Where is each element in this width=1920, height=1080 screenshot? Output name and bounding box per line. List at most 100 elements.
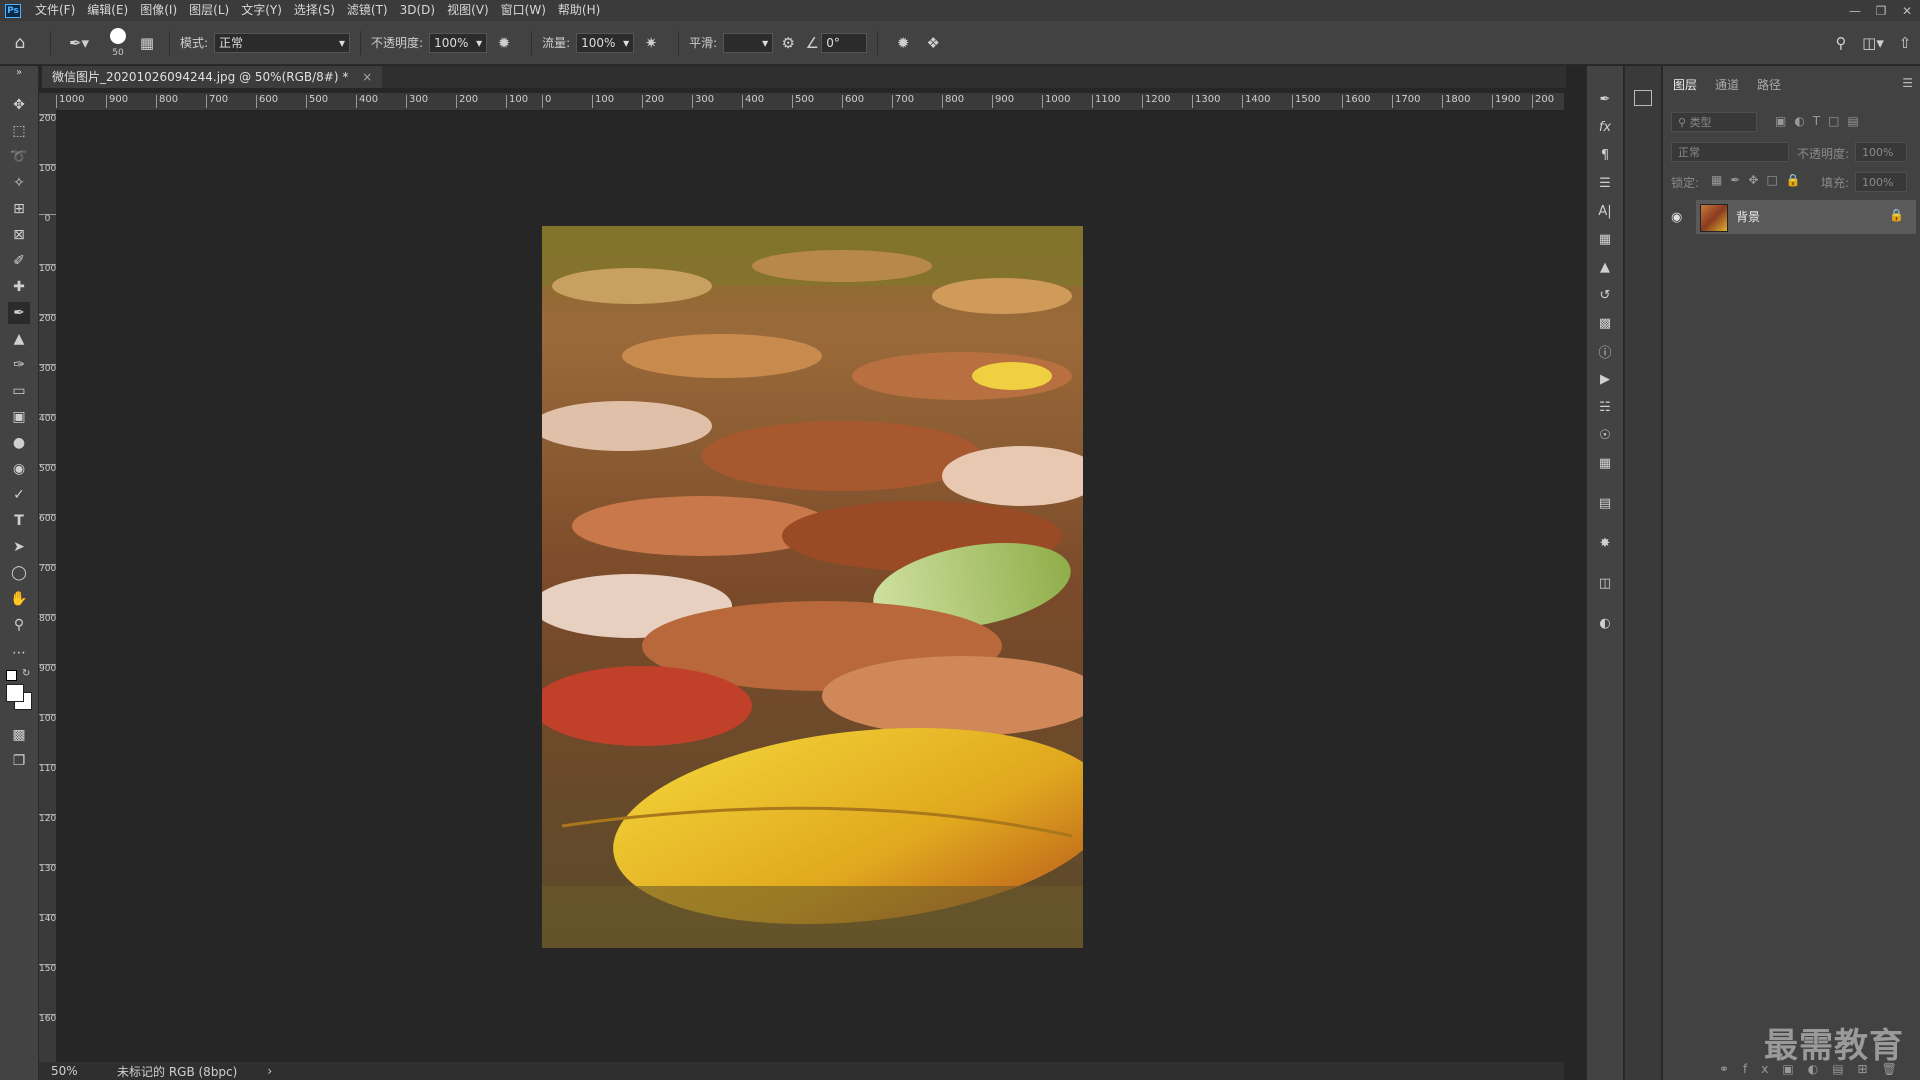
hand-tool-icon[interactable]: ✋ bbox=[8, 588, 30, 610]
mode-select[interactable]: 正常 ▾ bbox=[214, 32, 351, 53]
menu-window[interactable]: 窗口(W) bbox=[495, 0, 552, 21]
marquee-tool-icon[interactable]: ⬚ bbox=[8, 120, 30, 142]
panel-menu-icon[interactable]: ☰ bbox=[1902, 76, 1913, 90]
layer-filter-select[interactable]: ⚲ 类型 bbox=[1671, 112, 1757, 132]
lasso-tool-icon[interactable]: ➰ bbox=[8, 146, 30, 168]
search-icon[interactable]: ⚲ bbox=[1826, 34, 1856, 52]
menu-file[interactable]: 文件(F) bbox=[29, 0, 81, 21]
eyedropper-tool-icon[interactable]: ✐ bbox=[8, 250, 30, 272]
filter-icons[interactable]: ▣◐T□▤ bbox=[1775, 114, 1867, 128]
history-brush-tool-icon[interactable]: ✑ bbox=[8, 354, 30, 376]
tab-layers[interactable]: 图层 bbox=[1673, 76, 1697, 93]
workspace-icon[interactable]: ◫▾ bbox=[1856, 34, 1890, 52]
quick-select-tool-icon[interactable]: ✧ bbox=[8, 172, 30, 194]
tab-channels[interactable]: 通道 bbox=[1715, 76, 1739, 93]
eye-icon[interactable]: ◉ bbox=[1671, 210, 1682, 225]
layer-name[interactable]: 背景 bbox=[1736, 208, 1760, 225]
foreground-color-swatch[interactable] bbox=[6, 684, 24, 702]
notes-panel-icon[interactable]: ▤ bbox=[1596, 494, 1614, 512]
zoom-level[interactable]: 50% bbox=[39, 1064, 105, 1078]
menu-edit[interactable]: 编辑(E) bbox=[81, 0, 134, 21]
layer-opacity-field[interactable]: 100% bbox=[1855, 142, 1907, 162]
glyphs-panel-icon[interactable]: ◫ bbox=[1596, 574, 1614, 592]
timeline-panel-icon[interactable]: ▦ bbox=[1596, 454, 1614, 472]
clone-stamp-tool-icon[interactable]: ▲ bbox=[8, 328, 30, 350]
zoom-tool-icon[interactable]: ⚲ bbox=[8, 614, 30, 636]
tab-paths[interactable]: 路径 bbox=[1757, 76, 1781, 93]
navigator-panel-icon[interactable]: ✸ bbox=[1596, 534, 1614, 552]
dodge-tool-icon[interactable]: ◉ bbox=[8, 458, 30, 480]
angle-field[interactable]: 0° bbox=[821, 32, 868, 53]
type-tool-icon[interactable]: T bbox=[8, 510, 30, 532]
paragraph-panel-icon[interactable]: ¶ bbox=[1596, 146, 1614, 164]
3d-panel-icon[interactable]: ☉ bbox=[1596, 426, 1614, 444]
opacity-field[interactable]: 100% ▾ bbox=[429, 32, 488, 53]
blur-tool-icon[interactable]: ● bbox=[8, 432, 30, 454]
more-tools-icon[interactable]: ⋯ bbox=[8, 642, 30, 664]
quick-mask-icon[interactable]: ▩ bbox=[8, 724, 30, 746]
crop-tool-icon[interactable]: ⊞ bbox=[8, 198, 30, 220]
panel-toggle-icon[interactable] bbox=[1634, 90, 1652, 106]
screen-mode-icon[interactable]: ❐ bbox=[8, 750, 30, 772]
menu-view[interactable]: 视图(V) bbox=[441, 0, 495, 21]
history-panel-icon[interactable]: ↺ bbox=[1596, 286, 1614, 304]
swatches-panel-icon[interactable]: ▦ bbox=[1596, 230, 1614, 248]
info-panel-icon[interactable]: ⓘ bbox=[1596, 342, 1614, 361]
home-icon[interactable]: ⌂ bbox=[0, 33, 40, 53]
document-image[interactable] bbox=[542, 226, 1083, 948]
brush-settings-icon[interactable]: ▦ bbox=[135, 34, 159, 52]
brush-size-picker[interactable]: 50 bbox=[101, 25, 135, 61]
adjustments-panel-icon[interactable]: ☰ bbox=[1596, 174, 1614, 192]
styles-panel-icon[interactable]: fx bbox=[1596, 118, 1614, 136]
minimize-button[interactable]: — bbox=[1842, 0, 1868, 21]
gear-icon[interactable]: ⚙ bbox=[773, 34, 803, 52]
layer-row-background[interactable]: 背景 🔒 bbox=[1696, 200, 1916, 234]
fill-field[interactable]: 100% bbox=[1855, 172, 1907, 192]
ruler-origin[interactable] bbox=[39, 93, 56, 110]
move-tool-icon[interactable]: ✥ bbox=[8, 94, 30, 116]
character-panel-icon[interactable]: A| bbox=[1596, 202, 1614, 220]
brush-tool-icon[interactable]: ✒ bbox=[8, 302, 30, 324]
lock-icons[interactable]: ▦✒✥□🔒 bbox=[1711, 173, 1809, 187]
share-icon[interactable]: ⇧ bbox=[1890, 34, 1920, 52]
color-panel-icon[interactable]: ◐ bbox=[1596, 614, 1614, 632]
vertical-ruler[interactable]: 200 100 0 100 200 300 400 500 600 700 80… bbox=[39, 110, 57, 1062]
horizontal-ruler[interactable]: 1000 900 800 700 600 500 400 300 200 100… bbox=[56, 93, 1564, 111]
eraser-tool-icon[interactable]: ▭ bbox=[8, 380, 30, 402]
clone-source-panel-icon[interactable]: ▲ bbox=[1596, 258, 1614, 276]
restore-button[interactable]: ❐ bbox=[1868, 0, 1894, 21]
properties-panel-icon[interactable]: ▩ bbox=[1596, 314, 1614, 332]
airbrush-icon[interactable]: ✷ bbox=[634, 34, 668, 52]
menu-layer[interactable]: 图层(L) bbox=[183, 0, 235, 21]
menu-type[interactable]: 文字(Y) bbox=[235, 0, 288, 21]
document-tab[interactable]: 微信图片_20201026094244.jpg @ 50%(RGB/8#) * … bbox=[42, 66, 383, 88]
ruler-label: 0 bbox=[39, 214, 56, 224]
status-arrow-icon[interactable]: › bbox=[267, 1064, 272, 1078]
menu-help[interactable]: 帮助(H) bbox=[552, 0, 606, 21]
symmetry-icon[interactable]: ❖ bbox=[918, 34, 948, 52]
default-colors-icon[interactable] bbox=[6, 670, 17, 681]
pen-tool-icon[interactable]: ✓ bbox=[8, 484, 30, 506]
brush-preset-icon[interactable]: ✒▾ bbox=[61, 34, 97, 52]
close-tab-icon[interactable]: × bbox=[362, 70, 372, 84]
pressure-size-icon[interactable]: ✹ bbox=[888, 34, 918, 52]
ellipse-tool-icon[interactable]: ◯ bbox=[8, 562, 30, 584]
healing-brush-tool-icon[interactable]: ✚ bbox=[8, 276, 30, 298]
menu-filter[interactable]: 滤镜(T) bbox=[341, 0, 394, 21]
gradient-tool-icon[interactable]: ▣ bbox=[8, 406, 30, 428]
flow-field[interactable]: 100% ▾ bbox=[576, 32, 635, 53]
actions-panel-icon[interactable]: ▶ bbox=[1596, 370, 1614, 388]
blend-mode-select[interactable]: 正常 bbox=[1671, 142, 1789, 162]
frame-tool-icon[interactable]: ⊠ bbox=[8, 224, 30, 246]
menu-image[interactable]: 图像(I) bbox=[134, 0, 183, 21]
smooth-field[interactable]: ▾ bbox=[723, 32, 774, 53]
pressure-opacity-icon[interactable]: ✹ bbox=[487, 34, 521, 52]
collapse-toolbar-icon[interactable]: » bbox=[8, 66, 30, 78]
close-window-button[interactable]: ✕ bbox=[1894, 0, 1920, 21]
menu-select[interactable]: 选择(S) bbox=[288, 0, 341, 21]
path-select-tool-icon[interactable]: ➤ bbox=[8, 536, 30, 558]
brush-settings-panel-icon[interactable]: ✒ bbox=[1596, 90, 1614, 108]
swap-colors-icon[interactable]: ↻ bbox=[22, 668, 30, 679]
libraries-panel-icon[interactable]: ☵ bbox=[1596, 398, 1614, 416]
menu-3d[interactable]: 3D(D) bbox=[394, 0, 441, 21]
